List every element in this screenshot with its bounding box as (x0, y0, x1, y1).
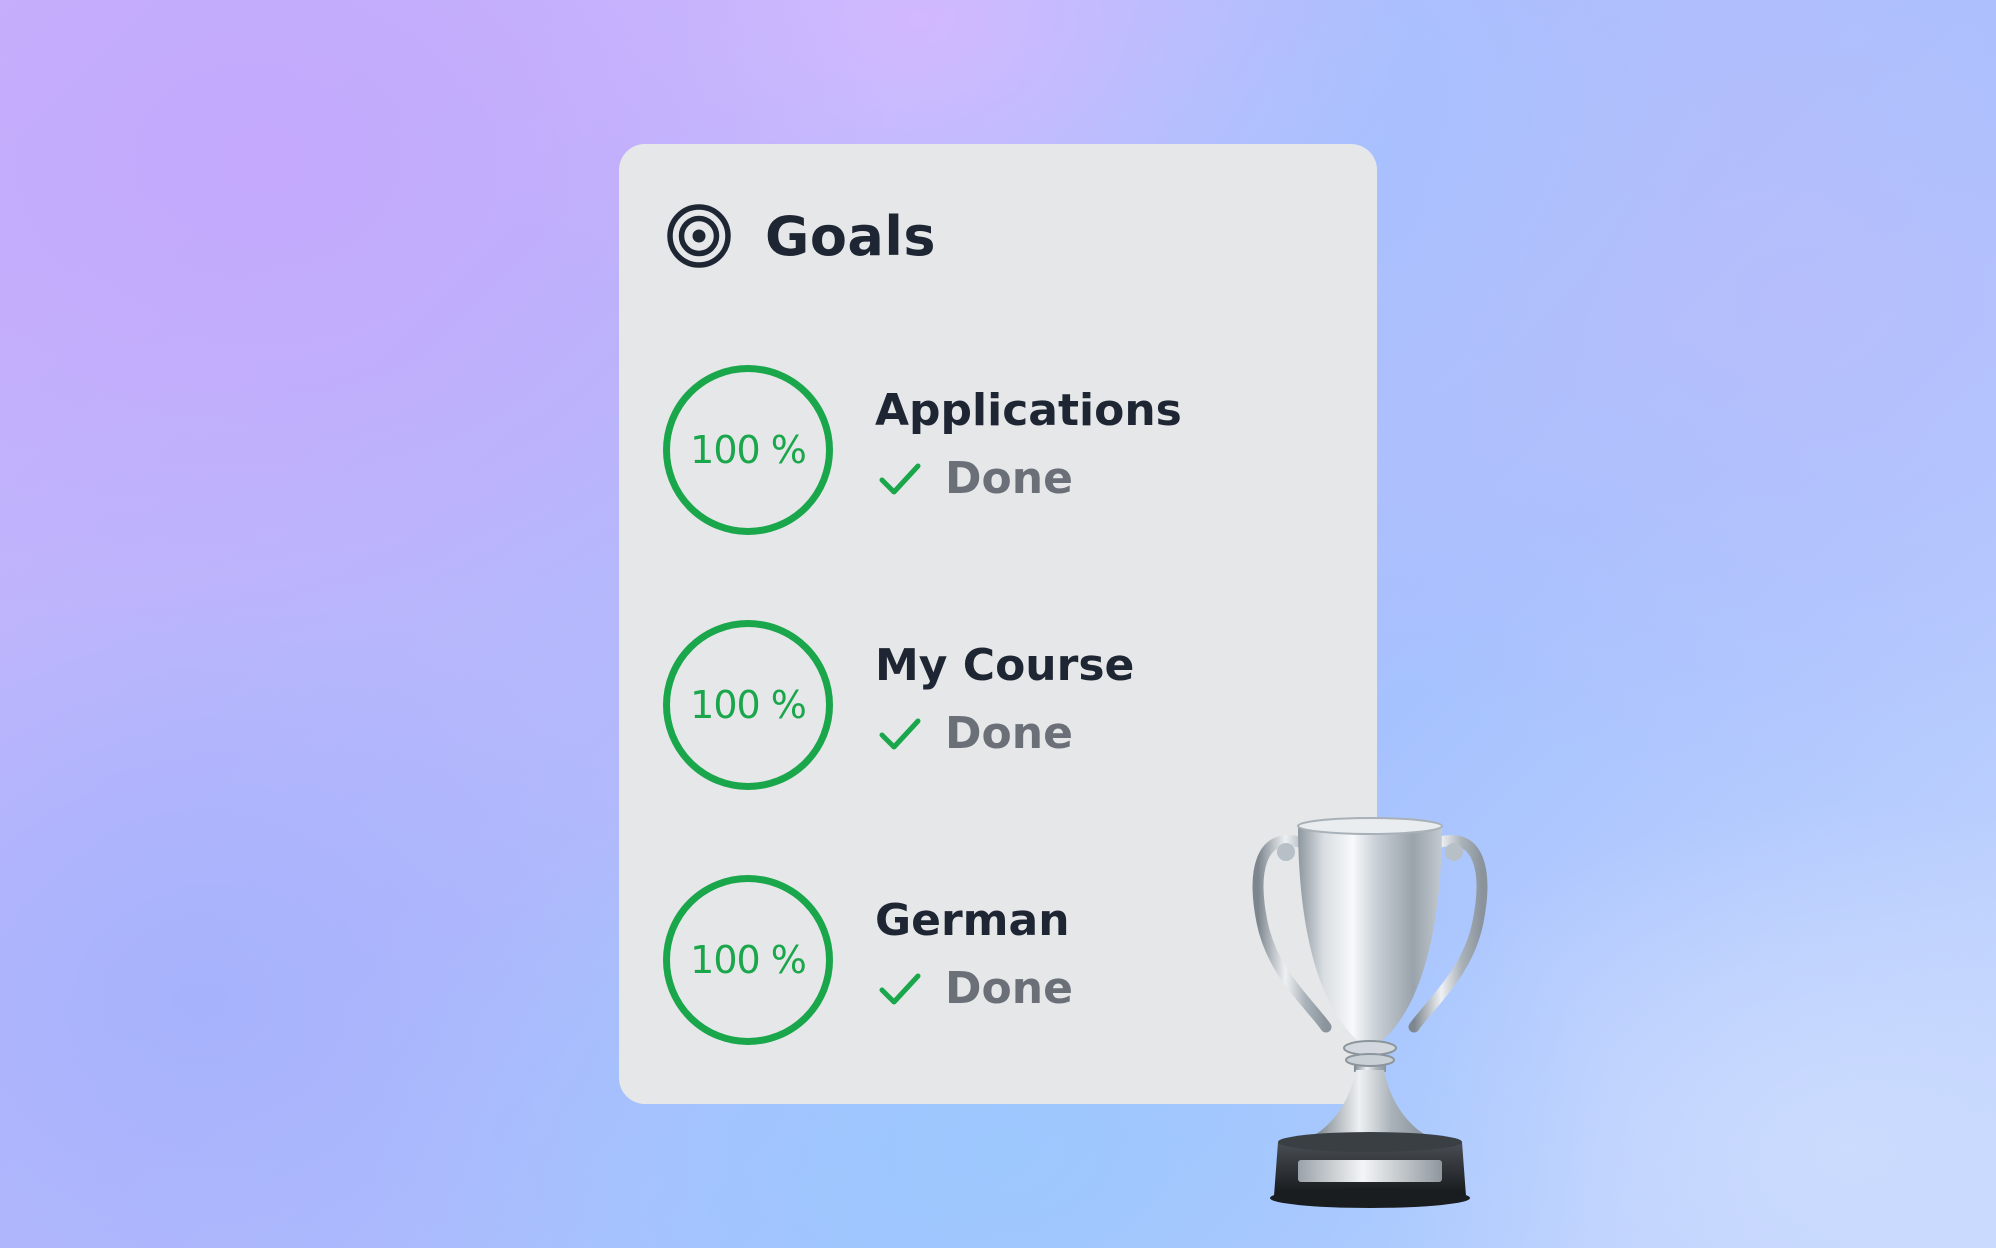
target-icon (667, 204, 731, 268)
status-label: Done (945, 708, 1073, 759)
progress-percent: 100 % (690, 683, 807, 727)
status-label: Done (945, 963, 1073, 1014)
status-label: Done (945, 453, 1073, 504)
goal-status: Done (877, 708, 1073, 759)
progress-ring: 100 % (663, 620, 833, 790)
progress-percent: 100 % (690, 938, 807, 982)
goal-name: German (875, 895, 1070, 946)
trophy-icon (1252, 817, 1488, 1208)
goal-status: Done (877, 453, 1073, 504)
goal-item[interactable]: 100 % German Done (663, 875, 1323, 1045)
goal-item[interactable]: 100 % Applications Done (663, 365, 1323, 535)
checkmark-icon (879, 718, 921, 749)
card-title: Goals (765, 204, 937, 268)
progress-ring: 100 % (663, 365, 833, 535)
card-header: Goals (665, 196, 936, 276)
goal-item[interactable]: 100 % My Course Done (663, 620, 1323, 790)
checkmark-icon (879, 463, 921, 494)
goal-name: My Course (875, 640, 1135, 691)
progress-percent: 100 % (690, 428, 807, 472)
checkmark-icon (879, 973, 921, 1004)
goal-name: Applications (875, 385, 1182, 436)
goal-status: Done (877, 963, 1073, 1014)
progress-ring: 100 % (663, 875, 833, 1045)
